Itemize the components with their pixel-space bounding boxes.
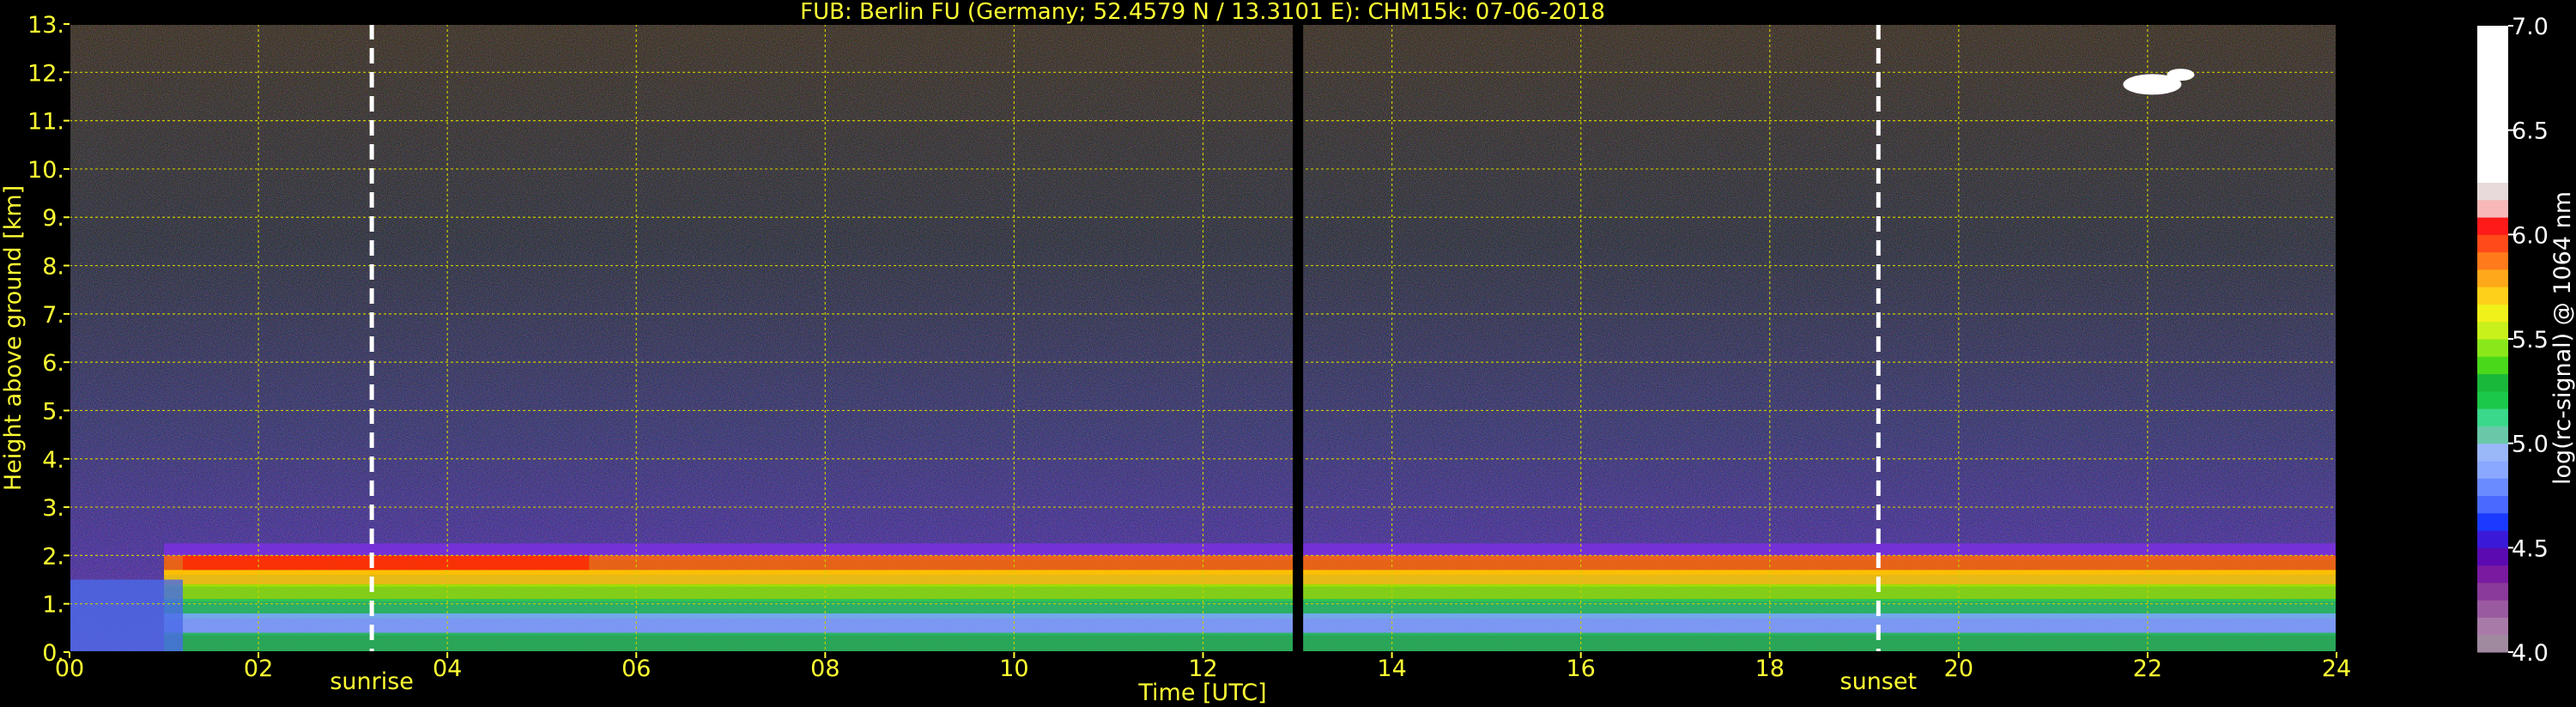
x-tick-label: 02	[244, 656, 273, 682]
colorbar-tick-label: 5.5	[2512, 327, 2549, 354]
colorbar-segment	[2477, 373, 2508, 392]
colorbar-segment	[2477, 600, 2508, 618]
colorbar-tick-label: 4.5	[2512, 535, 2549, 562]
colorbar-segment	[2477, 460, 2508, 479]
y-tick-label: 1.	[42, 592, 64, 619]
colorbar-segment	[2477, 495, 2508, 514]
colorbar-segment	[2477, 269, 2508, 287]
colorbar-tick-label: 7.0	[2512, 14, 2549, 40]
colorbar-segment	[2477, 565, 2508, 583]
y-axis: 0. 1. 2. 3. 4. 5. 6. 7. 8. 9. 10. 11. 12. 13.	[27, 12, 70, 667]
colorbar-segment	[2477, 287, 2508, 305]
colorbar-segment	[2477, 390, 2508, 409]
colorbar-segment	[2477, 217, 2508, 235]
y-tick-label: 10.	[27, 157, 64, 184]
colorbar-tick-label: 6.5	[2512, 118, 2549, 145]
colorbar-segment	[2477, 547, 2508, 566]
colorbar-segment	[2477, 147, 2508, 166]
band-bottom-green	[164, 632, 2337, 652]
y-tick-label: 9.	[42, 205, 64, 232]
colorbar-tick-label: 5.0	[2512, 432, 2549, 458]
band-yellow	[164, 570, 2337, 587]
band-lime	[164, 584, 2337, 601]
colorbar-segment	[2477, 408, 2508, 426]
colorbar-ticks: 4.0 4.5 5.0 5.5 6.0 6.5 7.0	[2508, 14, 2549, 667]
colorbar-segment	[2477, 60, 2508, 79]
sun-marker-labels: sunrise sunset	[330, 668, 1917, 695]
y-tick-label: 7.	[42, 302, 64, 329]
x-tick-label: 10	[999, 656, 1028, 682]
colorbar-segment	[2477, 530, 2508, 548]
x-tick-label: 06	[621, 656, 651, 682]
colorbar-segment	[2477, 165, 2508, 183]
x-tick-label: 14	[1377, 656, 1406, 682]
colorbar-segment	[2477, 95, 2508, 113]
y-tick-label: 5.	[42, 398, 64, 425]
sunset-label: sunset	[1840, 668, 1918, 695]
plot-area	[70, 24, 2337, 652]
colorbar-segment	[2477, 130, 2508, 148]
y-tick-label: 3.	[42, 495, 64, 522]
colorbar-segment	[2477, 356, 2508, 375]
colorbar-segment	[2477, 234, 2508, 253]
colorbar-segment	[2477, 512, 2508, 531]
x-tick-label: 22	[2133, 656, 2162, 682]
colorbar-segment	[2477, 443, 2508, 462]
colorbar-tick-label: 4.0	[2512, 640, 2549, 667]
chart-title: FUB: Berlin FU (Germany; 52.4579 N / 13.…	[800, 0, 1605, 25]
x-tick-label: 18	[1755, 656, 1785, 682]
sunrise-label: sunrise	[330, 668, 414, 695]
colorbar-segment	[2477, 251, 2508, 270]
y-axis-label: Height above ground [km]	[0, 185, 27, 491]
x-tick-label: 12	[1188, 656, 1217, 682]
y-tick-label: 11.	[27, 109, 64, 136]
data-gap	[1293, 24, 1304, 652]
x-tick-label: 24	[2322, 656, 2351, 682]
band-early-blue	[70, 579, 184, 652]
x-tick-label: 16	[1566, 656, 1595, 682]
colorbar-tick-label: 6.0	[2512, 222, 2549, 249]
y-tick-label: 6.	[42, 350, 64, 377]
band-lightblue	[164, 613, 2337, 636]
colorbar-segment	[2477, 304, 2508, 323]
colorbar-segment	[2477, 339, 2508, 357]
colorbar-segment	[2477, 478, 2508, 496]
colorbar-segment	[2477, 199, 2508, 218]
y-tick-label: 4.	[42, 447, 64, 474]
colorbar-segment	[2477, 112, 2508, 131]
band-red-core	[183, 555, 590, 571]
y-tick-label: 0.	[42, 640, 64, 667]
y-tick-label: 12.	[27, 60, 64, 87]
y-tick-label: 13.	[27, 12, 64, 39]
x-axis-label: Time [UTC]	[1137, 680, 1266, 706]
colorbar-segment	[2477, 617, 2508, 636]
colorbar-segment	[2477, 426, 2508, 444]
cloud-ellipse	[2167, 69, 2195, 82]
y-tick-label: 2.	[42, 543, 64, 570]
colorbar	[2477, 26, 2508, 653]
colorbar-segment	[2477, 26, 2508, 44]
colorbar-label: log(rc-signal) @ 1064 nm	[2549, 191, 2576, 485]
x-tick-label: 04	[433, 656, 462, 682]
x-tick-label: 20	[1944, 656, 1973, 682]
lidar-quicklook-figure: 00 02 04 06 08 10 12 14 16 18 20 22 24 0.1.2.3.4.5.6…	[0, 0, 2576, 706]
x-tick-label: 08	[810, 656, 839, 682]
y-tick-label: 8.	[42, 254, 64, 281]
colorbar-segment	[2477, 182, 2508, 201]
colorbar-segment	[2477, 634, 2508, 653]
colorbar-segment	[2477, 43, 2508, 62]
colorbar-segment	[2477, 77, 2508, 96]
colorbar-segment	[2477, 321, 2508, 340]
colorbar-segment	[2477, 582, 2508, 601]
